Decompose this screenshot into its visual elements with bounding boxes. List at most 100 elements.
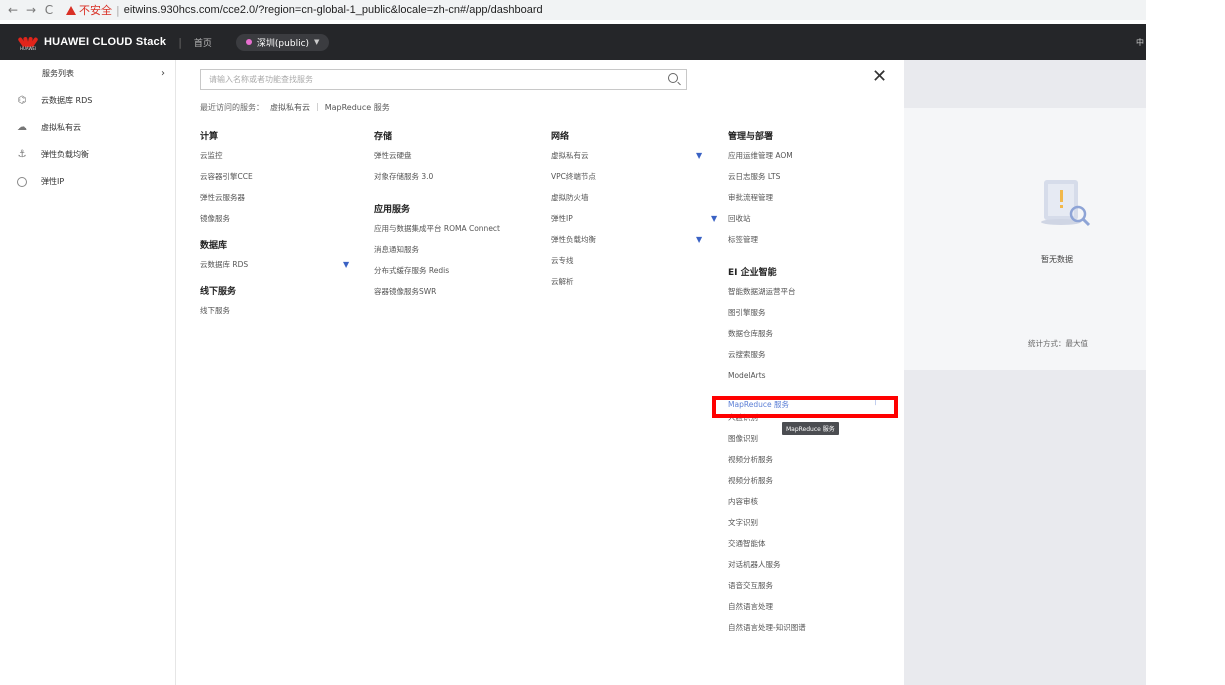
home-link[interactable]: 首页	[194, 36, 212, 49]
service-link[interactable]: 弹性云硬盘	[374, 145, 534, 166]
service-label: 弹性IP	[551, 214, 573, 223]
service-link[interactable]: VPC终端节点	[551, 166, 711, 187]
service-link[interactable]: 语音交互服务	[728, 575, 878, 596]
service-link[interactable]: 弹性负载均衡 ▼	[551, 229, 711, 250]
service-link[interactable]: 自然语言处理	[728, 596, 878, 617]
sidebar-item-rds[interactable]: ⌬ 云数据库 RDS	[0, 87, 175, 114]
sidebar-item-eip[interactable]: 弹性IP	[0, 168, 175, 195]
pin-icon[interactable]: ▼	[696, 145, 702, 166]
url-text[interactable]: eitwins.930hcs.com/cce2.0/?region=cn-glo…	[124, 4, 543, 16]
service-link[interactable]: 容器镜像服务SWR	[374, 281, 534, 302]
service-link[interactable]: 审批流程管理	[728, 187, 878, 208]
service-link[interactable]: 应用与数据集成平台 ROMA Connect	[374, 218, 534, 239]
recent-item[interactable]: MapReduce 服务	[325, 102, 390, 113]
logo-subtext: HUAWEI	[20, 46, 37, 51]
service-link[interactable]: 视频分析服务	[728, 449, 878, 470]
url-separator: |	[116, 3, 120, 17]
service-link[interactable]: 云日志服务 LTS	[728, 166, 878, 187]
location-pin-icon	[245, 39, 252, 45]
statistic-method: 统计方式：最大值	[1028, 339, 1088, 348]
column-storage: 存储 弹性云硬盘 对象存储服务 3.0 应用服务 应用与数据集成平台 ROMA …	[374, 130, 534, 302]
insecure-warning[interactable]: 不安全	[66, 2, 112, 18]
service-link[interactable]: 图引擎服务	[728, 302, 878, 323]
service-label: 虚拟私有云	[551, 151, 589, 160]
service-link[interactable]: 对象存储服务 3.0	[374, 166, 534, 187]
empty-data-icon	[1041, 180, 1091, 227]
recent-services: 最近访问的服务： 虚拟私有云 | MapReduce 服务	[200, 102, 390, 113]
region-label: 深圳(public)	[256, 38, 310, 49]
service-link[interactable]: 自然语言处理-知识图谱	[728, 617, 878, 638]
service-link[interactable]: 弹性云服务器	[200, 187, 350, 208]
service-link[interactable]: 线下服务	[200, 300, 350, 321]
group-title-compute: 计算	[200, 132, 219, 142]
service-link[interactable]: 内容审核	[728, 491, 878, 512]
sidebar-item-label: 云数据库 RDS	[41, 96, 93, 105]
chevron-down-icon: ▼	[314, 38, 320, 46]
search-placeholder: 请输入名称或者功能查找服务	[209, 75, 313, 84]
service-link[interactable]: 对话机器人服务	[728, 554, 878, 575]
back-button[interactable]: ←	[4, 3, 22, 17]
anchor-icon: ⚓	[17, 149, 27, 160]
tooltip: MapReduce 服务	[782, 422, 839, 435]
group-title-mgmt: 管理与部署	[728, 132, 774, 142]
language-switch[interactable]: 中	[1136, 37, 1144, 48]
service-link[interactable]: 视频分析服务	[728, 470, 878, 491]
service-link[interactable]: 云搜索服务	[728, 344, 878, 365]
nav-divider: |	[178, 35, 182, 49]
service-link[interactable]: 云容器引擎CCE	[200, 166, 350, 187]
service-link[interactable]: 虚拟私有云 ▼	[551, 145, 711, 166]
close-icon[interactable]: ✕	[872, 68, 887, 86]
menu-icon	[16, 68, 29, 80]
sidebar-item-vpc[interactable]: ☁ 虚拟私有云	[0, 114, 175, 141]
service-link[interactable]: 云监控	[200, 145, 350, 166]
brand-name: HUAWEI CLOUD Stack	[44, 36, 167, 48]
service-link[interactable]: 数据仓库服务	[728, 323, 878, 344]
service-link[interactable]: ModelArts	[728, 365, 878, 386]
group-title-database: 数据库	[200, 241, 228, 251]
warning-icon	[66, 5, 76, 15]
service-link[interactable]: 云解析	[551, 271, 711, 292]
empty-data-text: 暂无数据	[1041, 255, 1073, 264]
service-link[interactable]: 应用运维管理 AOM	[728, 145, 878, 166]
sidebar-item-label: 虚拟私有云	[41, 123, 81, 132]
insecure-label: 不安全	[79, 4, 112, 17]
service-link[interactable]: 虚拟防火墙	[551, 187, 711, 208]
service-search-input[interactable]: 请输入名称或者功能查找服务	[200, 69, 687, 90]
recent-item[interactable]: 虚拟私有云	[270, 102, 310, 113]
column-management: 管理与部署 应用运维管理 AOM 云日志服务 LTS 审批流程管理 回收站 标签…	[728, 130, 878, 638]
service-link[interactable]: 回收站	[728, 208, 878, 229]
region-selector[interactable]: 深圳(public) ▼	[235, 33, 330, 51]
forward-button[interactable]: →	[22, 3, 40, 17]
sidebar-item-label: 弹性负载均衡	[41, 150, 89, 159]
pin-icon[interactable]: ▼	[711, 208, 717, 229]
service-link[interactable]: 交通智能体	[728, 533, 878, 554]
service-list-toggle[interactable]: 服务列表 ›	[0, 60, 175, 87]
sidebar-item-label: 弹性IP	[41, 177, 65, 186]
service-link[interactable]: 云专线	[551, 250, 711, 271]
search-icon[interactable]	[668, 73, 678, 83]
service-link[interactable]: 文字识别	[728, 512, 878, 533]
recent-label: 最近访问的服务：	[200, 103, 264, 112]
highlight-box	[712, 396, 898, 418]
chevron-right-icon: ›	[161, 68, 165, 79]
huawei-logo[interactable]: HUAWEI CLOUD Stack	[17, 35, 167, 49]
reload-button[interactable]: C	[40, 3, 58, 17]
service-list-panel: 请输入名称或者功能查找服务 ✕ 最近访问的服务： 虚拟私有云 | MapRedu…	[176, 60, 904, 685]
pin-icon[interactable]: ▼	[696, 229, 702, 250]
service-link[interactable]: 云数据库 RDS ▼	[200, 254, 350, 275]
group-title-offline: 线下服务	[200, 287, 237, 297]
service-link[interactable]: 弹性IP ▼	[551, 208, 717, 229]
top-navbar: HUAWEI CLOUD Stack | 首页 深圳(public) ▼ 中	[0, 24, 1146, 60]
group-title-ei: EI 企业智能	[728, 268, 777, 278]
database-icon: ⌬	[17, 95, 27, 106]
service-link[interactable]: 分布式缓存服务 Redis	[374, 260, 534, 281]
group-title-network: 网络	[551, 132, 570, 142]
sidebar-item-elb[interactable]: ⚓ 弹性负载均衡	[0, 141, 175, 168]
dashboard-card: 暂无数据 统计方式：最大值	[904, 108, 1146, 370]
service-link[interactable]: 标签管理	[728, 229, 878, 250]
pin-icon[interactable]: ▼	[343, 254, 349, 275]
page-margin	[1146, 20, 1225, 685]
service-link[interactable]: 消息通知服务	[374, 239, 534, 260]
service-link[interactable]: 镜像服务	[200, 208, 350, 229]
service-link[interactable]: 智能数据湖运营平台	[728, 281, 878, 302]
